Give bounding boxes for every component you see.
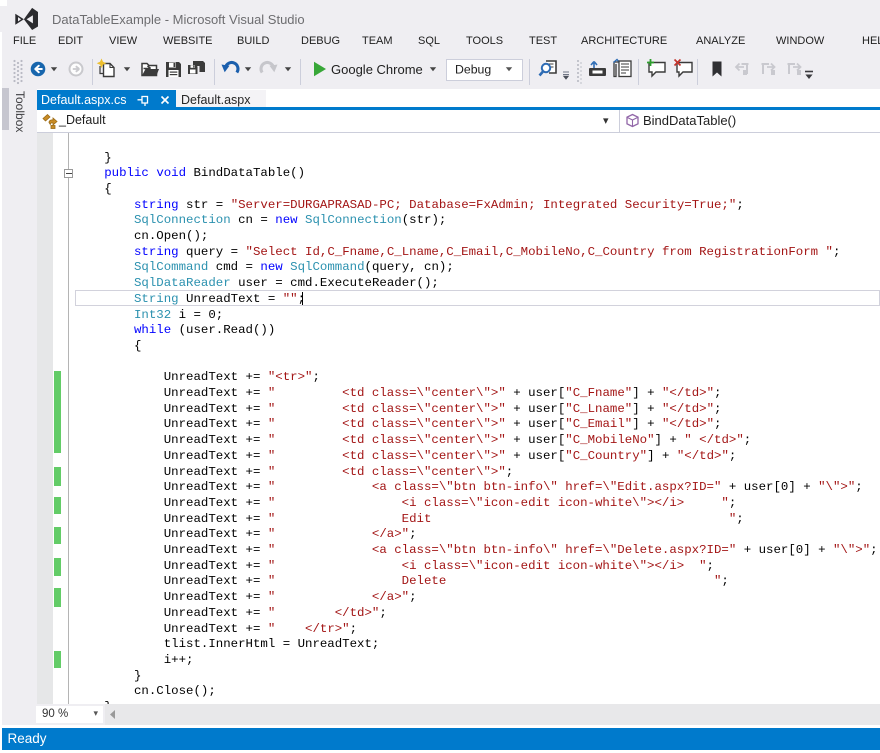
svg-text:Debug: Debug xyxy=(455,63,491,77)
svg-text:Google Chrome: Google Chrome xyxy=(331,62,423,77)
